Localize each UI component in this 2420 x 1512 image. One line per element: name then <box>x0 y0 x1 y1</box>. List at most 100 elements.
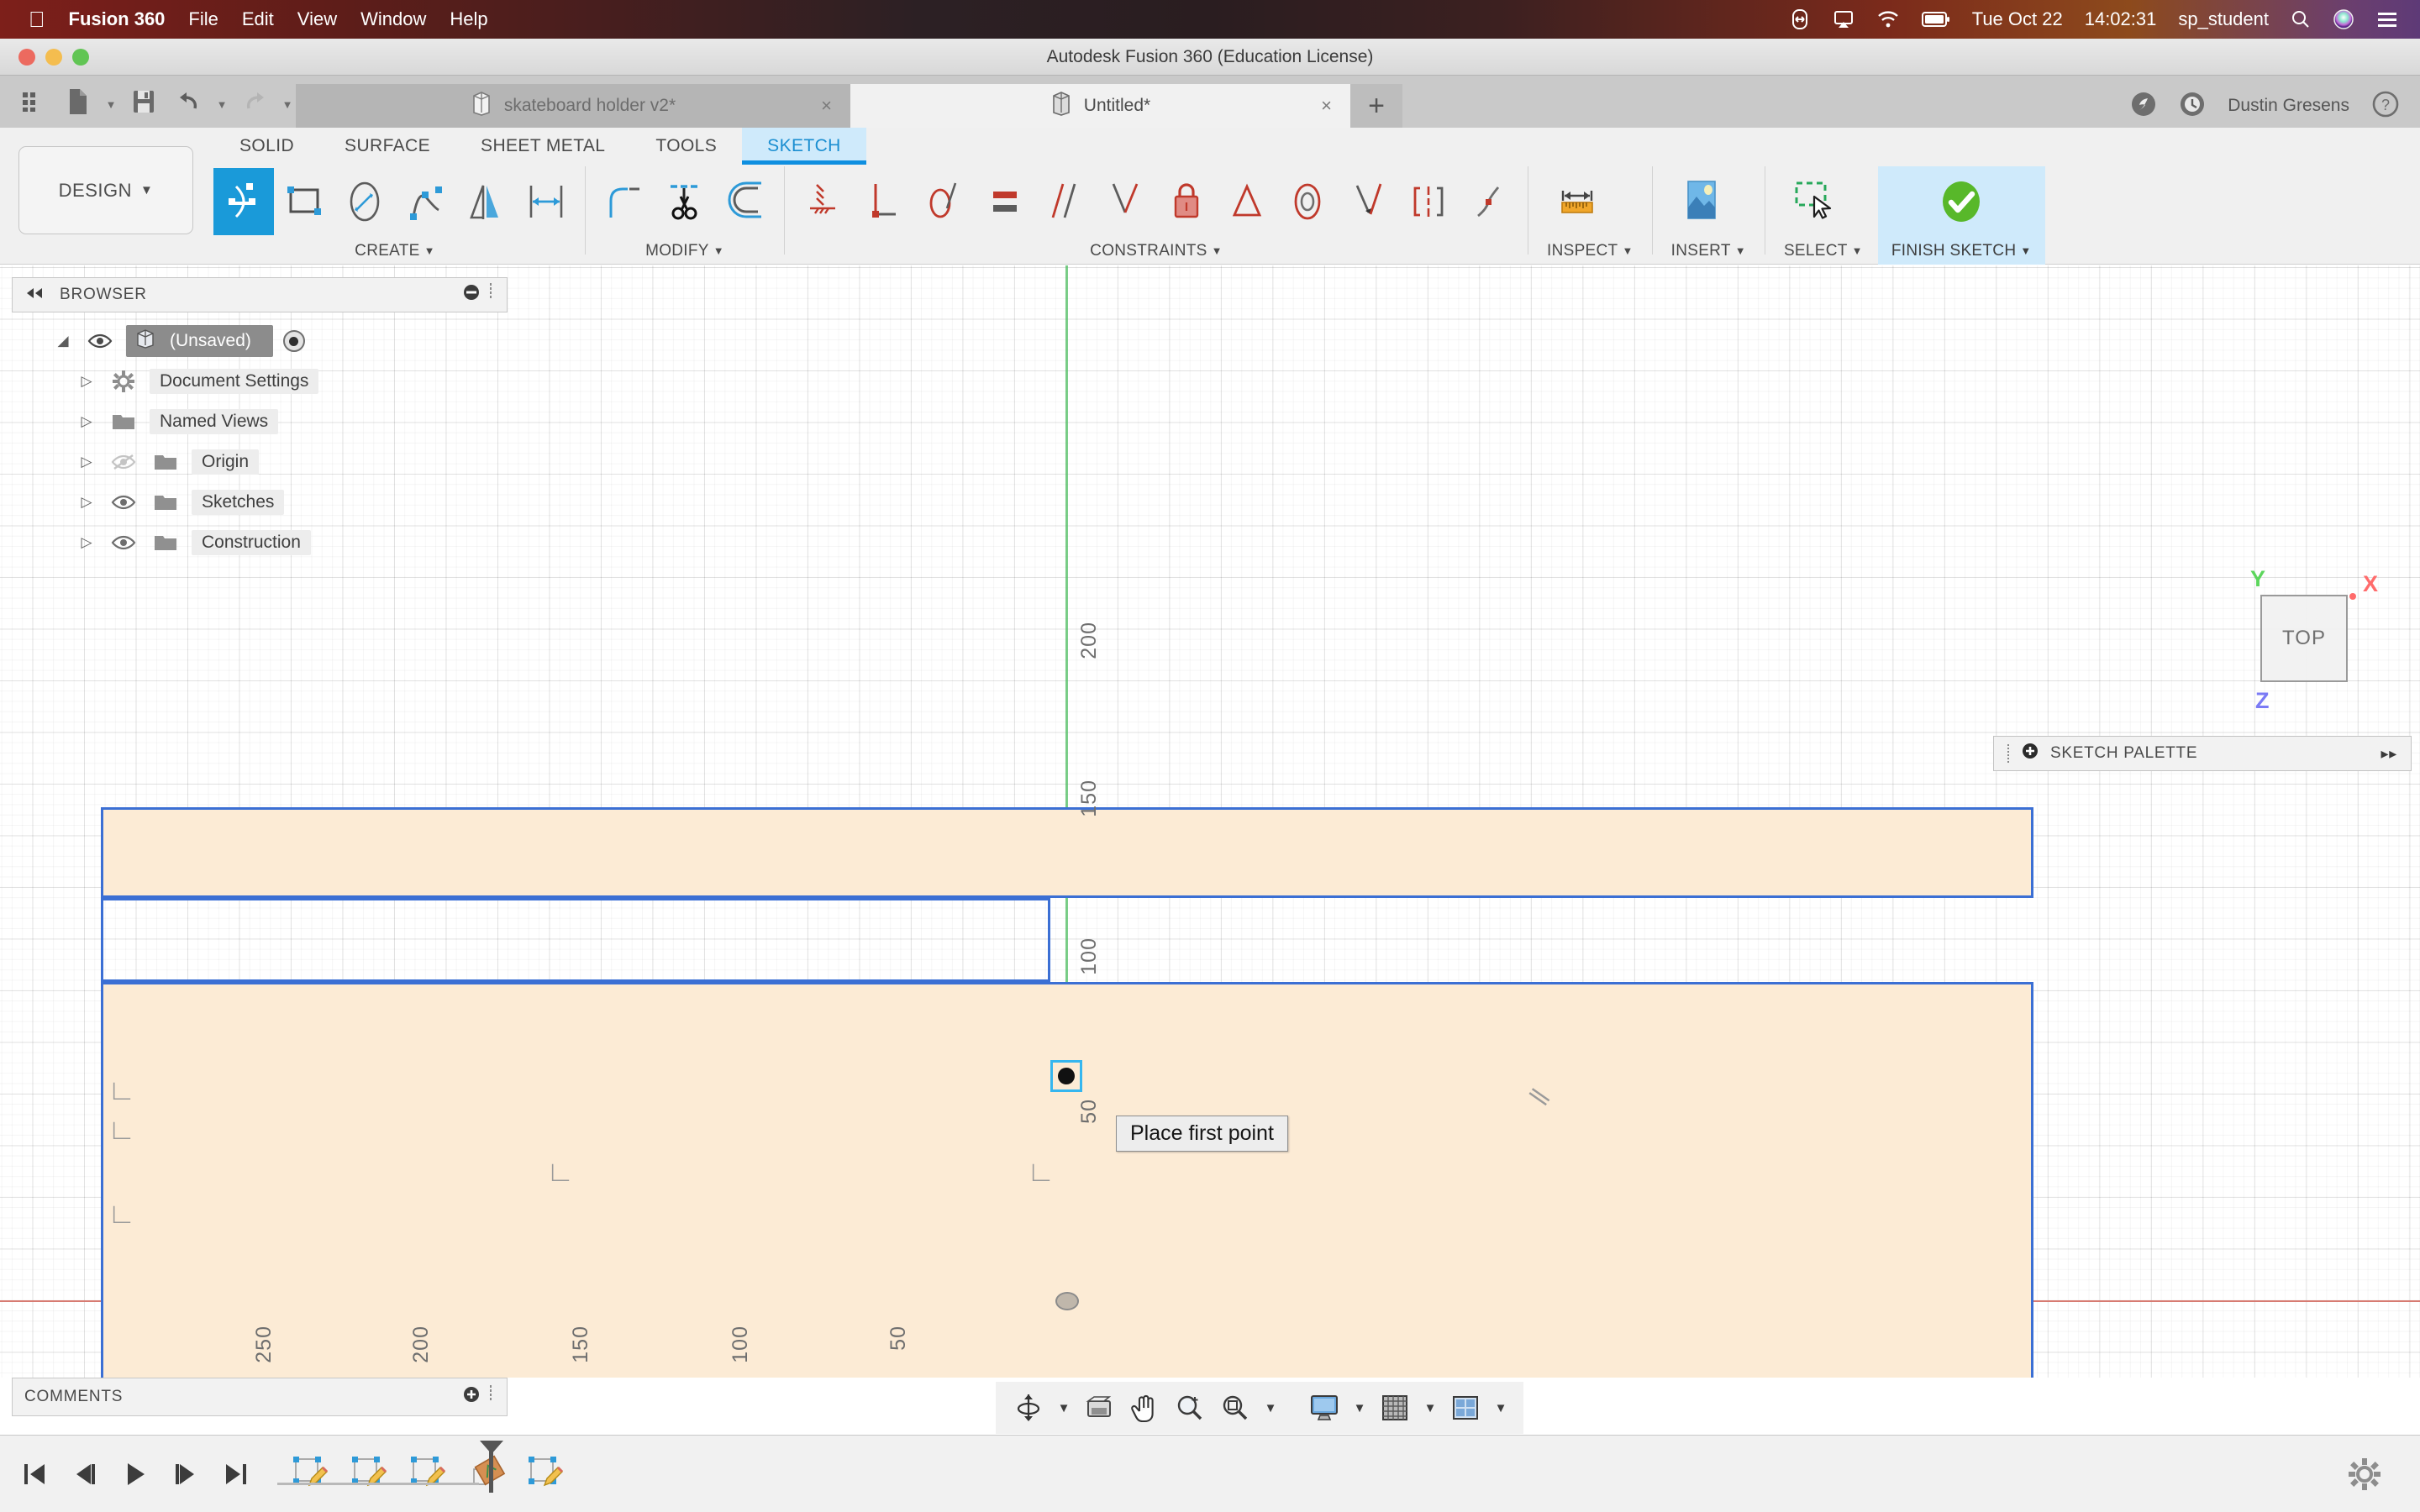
zoom-icon[interactable] <box>1169 1387 1211 1429</box>
maximize-window-button[interactable] <box>72 49 89 66</box>
save-icon[interactable] <box>123 79 165 124</box>
help-icon[interactable]: ? <box>2371 90 2400 123</box>
finish-sketch-checkmark-icon[interactable] <box>1931 168 1991 235</box>
chevron-down-icon[interactable]: ▼ <box>713 244 724 257</box>
step-forward-icon[interactable] <box>171 1457 200 1491</box>
tab-sketch[interactable]: SKETCH <box>742 128 866 165</box>
viewports-caret-icon[interactable]: ▼ <box>1490 1387 1512 1429</box>
panel-finish-sketch[interactable]: FINISH SKETCH ▼ <box>1877 166 2045 265</box>
expand-plus-icon[interactable] <box>2022 743 2039 764</box>
recent-icon[interactable] <box>2179 91 2206 122</box>
tab-solid[interactable]: SOLID <box>214 128 319 165</box>
tree-item-named-views[interactable]: ▷ Named Views <box>12 402 508 442</box>
menubar-user[interactable]: sp_student <box>2178 8 2269 30</box>
job-status-icon[interactable] <box>2130 91 2157 122</box>
fix-unfix-constraint-icon[interactable] <box>1156 168 1217 235</box>
sketch-feature-icon[interactable] <box>348 1454 392 1494</box>
eye-visible-icon[interactable] <box>108 534 139 551</box>
tangent-constraint-icon[interactable] <box>914 168 975 235</box>
zoom-caret-icon[interactable]: ▼ <box>1260 1387 1281 1429</box>
workspace-selector-button[interactable]: DESIGN ▼ <box>18 146 193 234</box>
airplay-icon[interactable] <box>1833 8 1854 30</box>
chevron-down-icon[interactable]: ▼ <box>2020 244 2031 257</box>
redo-icon[interactable] <box>234 79 276 124</box>
gear-icon[interactable] <box>2348 1457 2381 1495</box>
expand-arrow-icon[interactable]: ▷ <box>76 454 97 470</box>
coincident-constraint-icon[interactable] <box>1096 168 1156 235</box>
go-to-end-icon[interactable] <box>222 1457 250 1491</box>
grid-snap-icon[interactable] <box>1374 1387 1416 1429</box>
orbit-icon[interactable] <box>1007 1387 1050 1429</box>
wifi-icon[interactable] <box>1876 9 1900 29</box>
close-tab-icon[interactable]: × <box>1321 95 1332 117</box>
trim-tool-icon[interactable] <box>655 168 715 235</box>
expand-arrow-icon[interactable]: ◢ <box>52 333 74 349</box>
new-tab-button[interactable]: + <box>1350 84 1402 128</box>
menu-file[interactable]: File <box>188 8 218 30</box>
tree-item-sketches[interactable]: ▷ Sketches <box>12 482 508 522</box>
select-cursor-icon[interactable] <box>1784 168 1844 235</box>
eye-visible-icon[interactable] <box>108 494 139 511</box>
resize-grip-icon[interactable] <box>488 1384 495 1410</box>
step-back-icon[interactable] <box>71 1457 99 1491</box>
minimize-window-button[interactable] <box>45 49 62 66</box>
zoom-window-icon[interactable] <box>1214 1387 1256 1429</box>
window-controls[interactable] <box>18 49 89 66</box>
measure-icon[interactable] <box>1547 168 1607 235</box>
rectangle-tool-icon[interactable] <box>274 168 334 235</box>
pan-icon[interactable] <box>1123 1387 1165 1429</box>
resize-grip-icon[interactable] <box>2007 744 2010 763</box>
chevron-down-icon[interactable]: ▼ <box>424 244 435 257</box>
look-at-icon[interactable] <box>1078 1387 1120 1429</box>
menu-window[interactable]: Window <box>360 8 426 30</box>
grid-menu-icon[interactable] <box>12 79 54 124</box>
collinear-constraint-icon[interactable] <box>1338 168 1398 235</box>
add-comment-icon[interactable] <box>463 1386 480 1408</box>
sketch-palette-panel[interactable]: SKETCH PALETTE ▸▸ <box>1993 736 2412 771</box>
new-file-caret-icon[interactable]: ▼ <box>103 79 119 124</box>
tab-tools[interactable]: TOOLS <box>630 128 742 165</box>
apple-logo-icon[interactable]:  <box>29 8 45 30</box>
resize-grip-icon[interactable] <box>488 282 495 307</box>
tab-surface[interactable]: SURFACE <box>319 128 455 165</box>
undo-icon[interactable] <box>168 79 210 124</box>
chevron-down-icon[interactable]: ▼ <box>1212 244 1223 257</box>
spline-tool-icon[interactable] <box>395 168 455 235</box>
tree-item-document-settings[interactable]: ▷ Document Settings <box>12 361 508 402</box>
tree-item-unsaved[interactable]: ◢ (Unsaved) <box>12 321 508 361</box>
menu-app-name[interactable]: Fusion 360 <box>69 8 166 30</box>
document-tab-untitled[interactable]: Untitled* × <box>850 84 1350 128</box>
minimize-icon[interactable] <box>463 284 480 306</box>
chevron-down-icon[interactable]: ▼ <box>1622 244 1633 257</box>
tree-item-origin[interactable]: ▷ Origin <box>12 442 508 482</box>
orbit-caret-icon[interactable]: ▼ <box>1053 1387 1075 1429</box>
expand-arrow-icon[interactable]: ▷ <box>76 413 97 430</box>
menu-help[interactable]: Help <box>450 8 487 30</box>
display-settings-icon[interactable] <box>1303 1387 1345 1429</box>
fillet-tool-icon[interactable] <box>594 168 655 235</box>
perpendicular-constraint-icon[interactable] <box>854 168 914 235</box>
sketch-feature-icon[interactable] <box>407 1454 450 1494</box>
control-center-icon[interactable] <box>2376 10 2398 29</box>
sketch-feature-icon[interactable] <box>289 1454 333 1494</box>
viewports-icon[interactable] <box>1444 1387 1486 1429</box>
collapse-left-icon[interactable] <box>24 285 45 305</box>
redo-caret-icon[interactable]: ▼ <box>279 79 296 124</box>
menu-view[interactable]: View <box>297 8 337 30</box>
chevron-down-icon[interactable]: ▼ <box>1852 244 1863 257</box>
horizontal-vertical-constraint-icon[interactable] <box>793 168 854 235</box>
battery-icon[interactable] <box>1921 11 1950 28</box>
menu-edit[interactable]: Edit <box>242 8 274 30</box>
comments-panel[interactable]: COMMENTS <box>12 1378 508 1416</box>
play-icon[interactable] <box>121 1457 150 1491</box>
eye-hidden-icon[interactable] <box>108 453 139 471</box>
tree-item-unsaved-row[interactable]: (Unsaved) <box>126 325 273 357</box>
eye-visible-icon[interactable] <box>84 333 116 349</box>
concentric-constraint-icon[interactable] <box>1277 168 1338 235</box>
search-icon[interactable] <box>2291 9 2311 29</box>
insert-image-icon[interactable] <box>1671 168 1732 235</box>
undo-caret-icon[interactable]: ▼ <box>213 79 230 124</box>
circle-tool-icon[interactable] <box>334 168 395 235</box>
offset-tool-icon[interactable] <box>516 168 576 235</box>
offset-modify-icon[interactable] <box>715 168 776 235</box>
